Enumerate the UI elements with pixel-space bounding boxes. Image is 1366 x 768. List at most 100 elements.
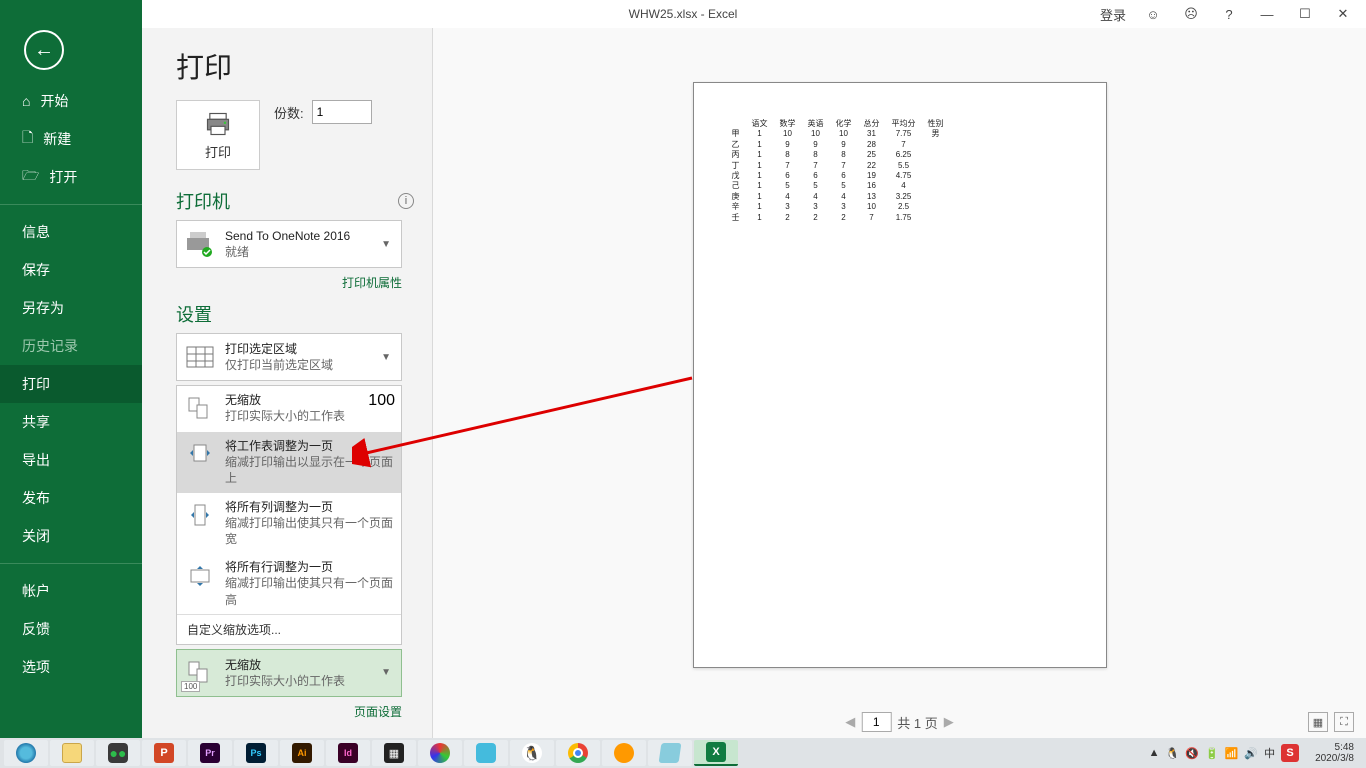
pager: ◀ 共 1 页 ▶ bbox=[845, 712, 953, 732]
print-preview: 语文数学英语化学总分平均分性别甲1101010317.75男乙1999287丙1… bbox=[432, 28, 1366, 738]
nav-divider-2 bbox=[0, 563, 142, 564]
smile-icon[interactable]: ☺ bbox=[1136, 2, 1170, 26]
tray-volume-icon[interactable]: 🔊 bbox=[1244, 747, 1258, 760]
taskbar-app-browser[interactable] bbox=[4, 740, 48, 766]
tray-sogou-icon[interactable]: S bbox=[1281, 744, 1299, 762]
prev-page-button[interactable]: ◀ bbox=[845, 714, 855, 730]
chevron-down-icon: ▼ bbox=[377, 352, 395, 363]
scale-option-fit-columns[interactable]: 将所有列调整为一页缩减打印输出使其只有一个页面宽 bbox=[177, 493, 401, 554]
next-page-button[interactable]: ▶ bbox=[944, 714, 954, 730]
tray-sound-icon[interactable]: 🔇 bbox=[1185, 747, 1199, 760]
taskbar: ●● P Pr Ps Ai Id ▦ 🐧 X ▲ 🐧 🔇 🔋 📶 🔊 中 S 5… bbox=[0, 738, 1366, 768]
tray-toggle-icon[interactable]: ▲ bbox=[1149, 747, 1160, 759]
main-panel: 打印 打印 份数: 打印机 i Send To OneNote 2016 就绪 bbox=[142, 28, 1366, 738]
scaling-dropdown-open: 无缩放打印实际大小的工作表 100 将工作表调整为一页缩减打印输出以显示在一个页… bbox=[176, 385, 402, 645]
printer-icon bbox=[204, 110, 232, 138]
nav-publish[interactable]: 发布 bbox=[0, 479, 142, 517]
taskbar-app-excel[interactable]: X bbox=[694, 740, 738, 766]
login-link[interactable]: 登录 bbox=[1094, 2, 1132, 26]
nav-saveas[interactable]: 另存为 bbox=[0, 289, 142, 327]
nav-close[interactable]: 关闭 bbox=[0, 517, 142, 555]
nav-new[interactable]: 🗋新建 bbox=[0, 120, 142, 158]
taskbar-app-notes[interactable] bbox=[648, 740, 692, 766]
title-app: Excel bbox=[708, 7, 737, 21]
print-settings-panel: 打印 打印 份数: 打印机 i Send To OneNote 2016 就绪 bbox=[142, 28, 432, 738]
tray-ime-icon[interactable]: 中 bbox=[1264, 745, 1275, 761]
scaling-current-selector[interactable]: 无缩放 打印实际大小的工作表 ▼ 100 bbox=[176, 649, 402, 697]
print-button[interactable]: 打印 bbox=[176, 100, 260, 170]
page-input[interactable] bbox=[861, 712, 891, 732]
nav-history: 历史记录 bbox=[0, 327, 142, 365]
taskbar-app-premiere[interactable]: Pr bbox=[188, 740, 232, 766]
nav-save[interactable]: 保存 bbox=[0, 251, 142, 289]
printer-status-icon bbox=[183, 227, 217, 261]
tray-network-icon[interactable]: 📶 bbox=[1225, 747, 1239, 760]
chevron-down-icon: ▼ bbox=[377, 239, 395, 250]
printer-heading: 打印机 bbox=[176, 188, 230, 214]
nav-account[interactable]: 帐户 bbox=[0, 572, 142, 610]
nav-info[interactable]: 信息 bbox=[0, 213, 142, 251]
taskbar-app-explorer[interactable] bbox=[50, 740, 94, 766]
new-icon: 🗋 bbox=[22, 127, 33, 151]
taskbar-app-generic2[interactable] bbox=[464, 740, 508, 766]
minimize-button[interactable]: — bbox=[1250, 2, 1284, 26]
taskbar-app-generic3[interactable] bbox=[602, 740, 646, 766]
nav-print[interactable]: 打印 bbox=[0, 365, 142, 403]
close-button[interactable]: ✕ bbox=[1326, 2, 1360, 26]
taskbar-app-video[interactable]: ▦ bbox=[372, 740, 416, 766]
zoom-to-page-button[interactable]: ⛶ bbox=[1334, 712, 1354, 732]
taskbar-app-chrome[interactable] bbox=[556, 740, 600, 766]
page-title: 打印 bbox=[176, 46, 414, 86]
scale-option-fit-sheet[interactable]: 将工作表调整为一页缩减打印输出以显示在一个页面上 bbox=[177, 432, 401, 493]
titlebar: WHW25.xlsx - Excel 登录 ☺ ☹ ? — ☐ ✕ bbox=[0, 0, 1366, 28]
scale-custom-option[interactable]: 自定义缩放选项... bbox=[177, 614, 401, 644]
nav-home[interactable]: ⌂开始 bbox=[0, 82, 142, 120]
nav-options[interactable]: 选项 bbox=[0, 648, 142, 686]
copies-input[interactable] bbox=[312, 100, 372, 124]
taskbar-app-indesign[interactable]: Id bbox=[326, 740, 370, 766]
taskbar-app-wechat[interactable]: ●● bbox=[96, 740, 140, 766]
frown-icon[interactable]: ☹ bbox=[1174, 2, 1208, 26]
printer-status: 就绪 bbox=[225, 244, 369, 260]
grid-icon bbox=[183, 340, 217, 374]
page-setup-link[interactable]: 页面设置 bbox=[176, 703, 402, 720]
tray-qq-icon[interactable]: 🐧 bbox=[1166, 747, 1180, 760]
backstage-sidebar: ← ⌂开始 🗋新建 🗁打开 信息 保存 另存为 历史记录 打印 共享 导出 发布… bbox=[0, 0, 142, 738]
nav-feedback[interactable]: 反馈 bbox=[0, 610, 142, 648]
copies-label: 份数: bbox=[274, 103, 304, 122]
help-icon[interactable]: ? bbox=[1212, 2, 1246, 26]
fit-page-icon bbox=[183, 438, 217, 472]
info-icon[interactable]: i bbox=[398, 193, 414, 209]
taskbar-app-qq[interactable]: 🐧 bbox=[510, 740, 554, 766]
title-filename: WHW25.xlsx bbox=[629, 7, 698, 21]
chevron-down-icon: ▼ bbox=[377, 667, 395, 678]
nav-export[interactable]: 导出 bbox=[0, 441, 142, 479]
noscale-icon bbox=[183, 392, 217, 426]
printer-properties-link[interactable]: 打印机属性 bbox=[176, 274, 402, 291]
maximize-button[interactable]: ☐ bbox=[1288, 2, 1322, 26]
tray-battery-icon[interactable]: 🔋 bbox=[1205, 747, 1219, 760]
scale-option-fit-rows[interactable]: 将所有行调整为一页缩减打印输出使其只有一个页面高 bbox=[177, 553, 401, 614]
nav-share[interactable]: 共享 bbox=[0, 403, 142, 441]
print-area-selector[interactable]: 打印选定区域 仅打印当前选定区域 ▼ bbox=[176, 333, 402, 381]
system-tray[interactable]: ▲ 🐧 🔇 🔋 📶 🔊 中 S 5:48 2020/3/8 bbox=[1149, 742, 1362, 764]
open-icon: 🗁 bbox=[22, 165, 39, 189]
taskbar-app-powerpoint[interactable]: P bbox=[142, 740, 186, 766]
taskbar-app-photoshop[interactable]: Ps bbox=[234, 740, 278, 766]
fit-columns-icon bbox=[183, 499, 217, 533]
preview-page: 语文数学英语化学总分平均分性别甲1101010317.75男乙1999287丙1… bbox=[693, 82, 1107, 668]
show-margins-button[interactable]: ▦ bbox=[1308, 712, 1328, 732]
taskbar-app-illustrator[interactable]: Ai bbox=[280, 740, 324, 766]
preview-table: 语文数学英语化学总分平均分性别甲1101010317.75男乙1999287丙1… bbox=[726, 119, 950, 223]
taskbar-clock[interactable]: 5:48 2020/3/8 bbox=[1305, 742, 1354, 764]
taskbar-app-generic1[interactable] bbox=[418, 740, 462, 766]
fit-rows-icon bbox=[183, 559, 217, 593]
printer-name: Send To OneNote 2016 bbox=[225, 228, 369, 244]
scale-option-none[interactable]: 无缩放打印实际大小的工作表 100 bbox=[177, 386, 401, 432]
nav-divider bbox=[0, 204, 142, 205]
printer-selector[interactable]: Send To OneNote 2016 就绪 ▼ bbox=[176, 220, 402, 268]
settings-heading: 设置 bbox=[176, 301, 212, 327]
nav-open[interactable]: 🗁打开 bbox=[0, 158, 142, 196]
back-button[interactable]: ← bbox=[24, 30, 64, 70]
home-icon: ⌂ bbox=[22, 93, 30, 109]
